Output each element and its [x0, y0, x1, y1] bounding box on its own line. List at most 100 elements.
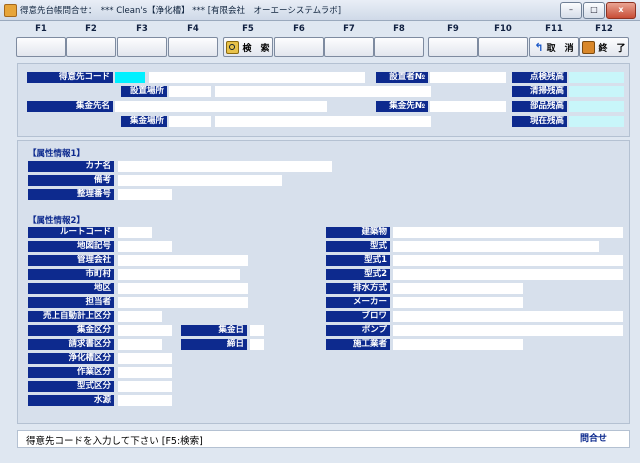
f8-button[interactable]	[374, 37, 424, 57]
municipality-field	[118, 269, 240, 280]
collection-location-field	[215, 116, 431, 127]
cutoff-day-field	[250, 339, 264, 350]
current-balance-label: 現在残高	[512, 116, 567, 127]
undo-arrow-icon: ↰	[534, 40, 544, 54]
collection-day-label: 集金日	[181, 325, 247, 336]
collector-name-field	[115, 101, 327, 112]
status-mode: 問合せ	[580, 434, 608, 444]
septic-tank-category-field	[118, 353, 172, 364]
work-category-label: 作業区分	[28, 367, 114, 378]
f9-button[interactable]	[428, 37, 478, 57]
drainage-method-label: 排水方式	[326, 283, 390, 294]
route-code-label: ルートコード	[28, 227, 114, 238]
cleaning-balance-label: 清掃残高	[512, 86, 567, 97]
collection-location-label: 集金場所	[121, 116, 167, 127]
fkey-label-f7: F7	[343, 24, 355, 34]
title-bar: 得意先台帳問合せ： *** Clean's【浄化槽】 *** [有限会社 オーエ…	[0, 0, 640, 21]
fkey-label-f1: F1	[35, 24, 47, 34]
collection-category-label: 集金区分	[28, 325, 114, 336]
maker-label: メーカー	[326, 297, 390, 308]
search-icon	[226, 40, 240, 54]
parts-balance-field	[569, 101, 624, 112]
customer-name-field	[149, 72, 365, 83]
search-button[interactable]: 検 索	[223, 37, 273, 57]
fkey-label-f10: F10	[494, 24, 512, 34]
collection-location-code-field	[169, 116, 211, 127]
fkey-label-f9: F9	[447, 24, 459, 34]
minimize-button[interactable]: –	[560, 2, 582, 19]
remarks-field	[118, 175, 282, 186]
auto-sales-category-field	[118, 311, 162, 322]
drainage-method-field	[393, 283, 523, 294]
collection-category-field	[118, 325, 172, 336]
ref-no-field	[118, 189, 172, 200]
f4-button[interactable]	[168, 37, 218, 57]
install-location-label: 設置場所	[121, 86, 167, 97]
f7-button[interactable]	[324, 37, 374, 57]
maximize-button[interactable]: □	[583, 2, 605, 19]
close-button[interactable]: x	[606, 2, 636, 19]
blower-label: ブロワ	[326, 311, 390, 322]
f1-button[interactable]	[16, 37, 66, 57]
cleaning-balance-field	[569, 86, 624, 97]
current-balance-field	[569, 116, 624, 127]
route-code-field	[118, 227, 152, 238]
management-company-field	[118, 255, 248, 266]
function-key-bar: F1 F2 F3 F4 F5 検 索 F6 F7 F8 F9 F10 F11 ↰ 取 …	[16, 23, 629, 57]
status-bar: 得意先コードを入力して下さい [F5:検索]	[17, 430, 630, 448]
customer-code-label: 得意先コード	[27, 72, 113, 83]
kana-name-label: カナ名	[28, 161, 114, 172]
fkey-label-f8: F8	[393, 24, 405, 34]
install-location-field	[215, 86, 431, 97]
window-title: 得意先台帳問合せ： *** Clean's【浄化槽】 *** [有限会社 オーエ…	[20, 6, 342, 16]
model-field	[393, 241, 599, 252]
remarks-label: 備考	[28, 175, 114, 186]
person-in-charge-field	[118, 297, 248, 308]
collector-no-label: 集金先№	[376, 101, 428, 112]
exit-door-icon	[582, 40, 596, 54]
install-location-code-field	[169, 86, 211, 97]
exit-button[interactable]: 終 了	[579, 37, 629, 57]
attr1-section-title: 【属性情報1】	[28, 149, 85, 159]
f3-button[interactable]	[117, 37, 167, 57]
kana-name-field	[118, 161, 332, 172]
cancel-button[interactable]: ↰ 取 消	[529, 37, 579, 57]
water-source-field	[118, 395, 172, 406]
installer-no-label: 設置者№	[376, 72, 428, 83]
map-symbol-field	[118, 241, 172, 252]
collector-name-label: 集金先名	[27, 101, 113, 112]
fkey-label-f2: F2	[85, 24, 97, 34]
inspection-balance-field	[569, 72, 624, 83]
auto-sales-category-label: 売上自動計上区分	[28, 311, 114, 322]
model-label: 型式	[326, 241, 390, 252]
collector-no-field	[430, 101, 506, 112]
status-message: 得意先コードを入力して下さい [F5:検索]	[26, 436, 203, 447]
building-field	[393, 227, 623, 238]
work-category-field	[118, 367, 172, 378]
pump-field	[393, 325, 623, 336]
blower-field	[393, 311, 623, 322]
customer-code-input[interactable]	[115, 72, 145, 83]
management-company-label: 管理会社	[28, 255, 114, 266]
f10-button[interactable]	[478, 37, 528, 57]
model-category-label: 型式区分	[28, 381, 114, 392]
attr2-section-title: 【属性情報2】	[28, 216, 85, 226]
invoice-category-label: 請求書区分	[28, 339, 114, 350]
building-label: 建築物	[326, 227, 390, 238]
contractor-field	[393, 339, 523, 350]
f6-button[interactable]	[274, 37, 324, 57]
cutoff-day-label: 締日	[181, 339, 247, 350]
fkey-label-f6: F6	[293, 24, 305, 34]
invoice-category-field	[118, 339, 162, 350]
inspection-balance-label: 点検残高	[512, 72, 567, 83]
model2-label: 型式2	[326, 269, 390, 280]
water-source-label: 水源	[28, 395, 114, 406]
app-icon	[4, 4, 17, 17]
district-field	[118, 283, 248, 294]
person-in-charge-label: 担当者	[28, 297, 114, 308]
f2-button[interactable]	[66, 37, 116, 57]
map-symbol-label: 地図記号	[28, 241, 114, 252]
installer-no-field	[430, 72, 506, 83]
model2-field	[393, 269, 623, 280]
fkey-label-f11: F11	[545, 24, 563, 34]
